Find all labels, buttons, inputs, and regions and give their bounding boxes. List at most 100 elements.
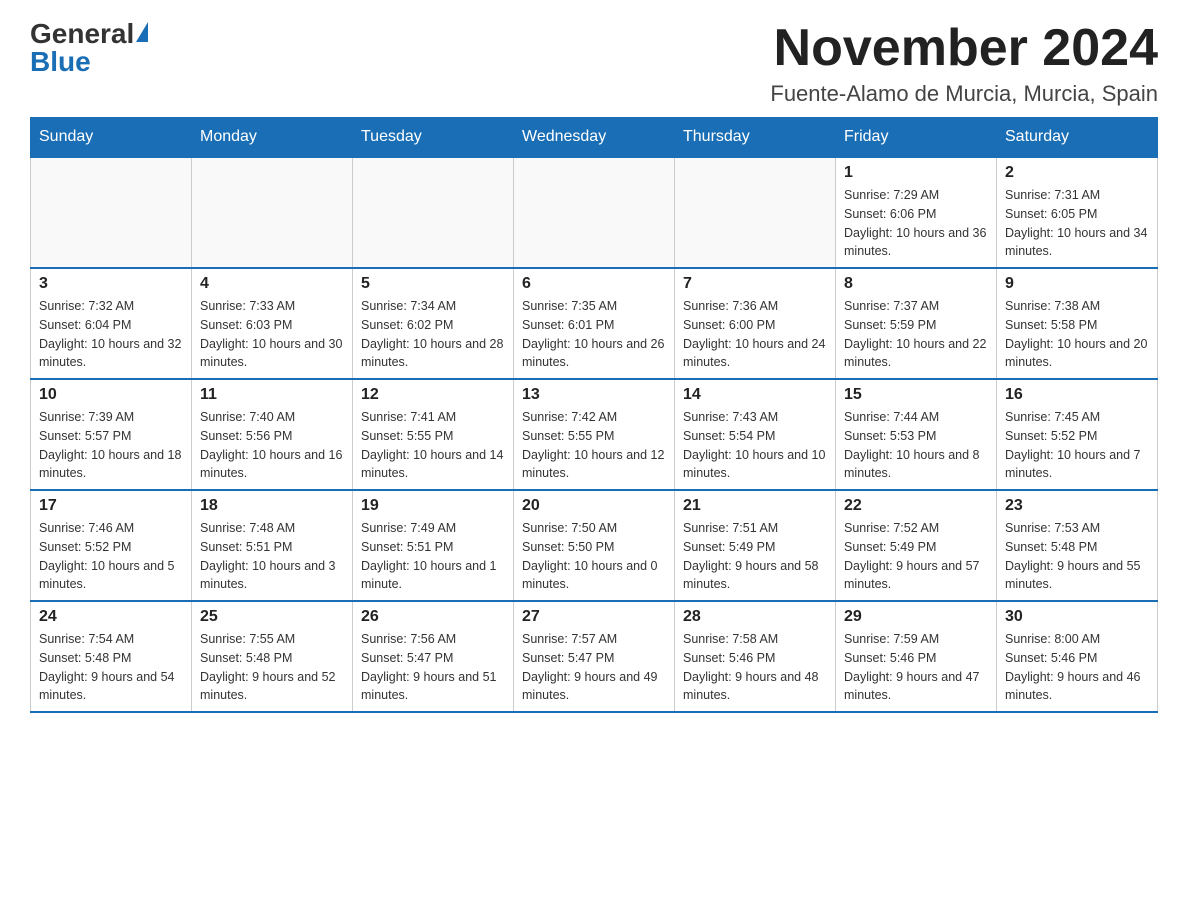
col-header-thursday: Thursday	[675, 118, 836, 158]
week-row-2: 3Sunrise: 7:32 AM Sunset: 6:04 PM Daylig…	[31, 268, 1158, 379]
day-info: Sunrise: 7:42 AM Sunset: 5:55 PM Dayligh…	[522, 408, 666, 483]
calendar-cell: 25 Sunrise: 7:55 AM Sunset: 5:48 PM Dayli…	[192, 601, 353, 712]
calendar-cell: 21 Sunrise: 7:51 AM Sunset: 5:49 PM Dayli…	[675, 490, 836, 601]
day-info: Sunrise: 7:50 AM Sunset: 5:50 PM Dayligh…	[522, 519, 666, 594]
day-info: Sunrise: 7:39 AM Sunset: 5:57 PM Dayligh…	[39, 408, 183, 483]
day-number: 24	[39, 608, 183, 626]
day-info: Sunrise: 7:57 AM Sunset: 5:47 PM Dayligh…	[522, 630, 666, 705]
day-number: 29	[844, 608, 988, 626]
day-number: 4	[200, 275, 344, 293]
calendar-cell: 6Sunrise: 7:35 AM Sunset: 6:01 PM Daylig…	[514, 268, 675, 379]
calendar-cell: 11Sunrise: 7:40 AM Sunset: 5:56 PM Dayli…	[192, 379, 353, 490]
day-info: Sunrise: 7:43 AM Sunset: 5:54 PM Dayligh…	[683, 408, 827, 483]
logo-blue: Blue	[30, 48, 91, 76]
calendar-cell	[31, 157, 192, 268]
day-info: Sunrise: 7:44 AM Sunset: 5:53 PM Dayligh…	[844, 408, 988, 483]
day-info: Sunrise: 7:59 AM Sunset: 5:46 PM Dayligh…	[844, 630, 988, 705]
calendar-cell: 17 Sunrise: 7:46 AM Sunset: 5:52 PM Dayli…	[31, 490, 192, 601]
day-number: 22	[844, 497, 988, 515]
day-info: Sunrise: 8:00 AM Sunset: 5:46 PM Dayligh…	[1005, 630, 1149, 705]
calendar-cell: 24 Sunrise: 7:54 AM Sunset: 5:48 PM Dayli…	[31, 601, 192, 712]
day-number: 20	[522, 497, 666, 515]
col-header-friday: Friday	[836, 118, 997, 158]
day-info: Sunrise: 7:46 AM Sunset: 5:52 PM Dayligh…	[39, 519, 183, 594]
calendar-cell: 3Sunrise: 7:32 AM Sunset: 6:04 PM Daylig…	[31, 268, 192, 379]
calendar-cell: 19Sunrise: 7:49 AM Sunset: 5:51 PM Dayli…	[353, 490, 514, 601]
day-number: 13	[522, 386, 666, 404]
day-number: 30	[1005, 608, 1149, 626]
col-header-saturday: Saturday	[997, 118, 1158, 158]
header: General Blue November 2024 Fuente-Alamo …	[30, 20, 1158, 107]
day-info: Sunrise: 7:34 AM Sunset: 6:02 PM Dayligh…	[361, 297, 505, 372]
calendar-cell: 10Sunrise: 7:39 AM Sunset: 5:57 PM Dayli…	[31, 379, 192, 490]
day-info: Sunrise: 7:51 AM Sunset: 5:49 PM Dayligh…	[683, 519, 827, 594]
day-number: 27	[522, 608, 666, 626]
calendar-cell	[192, 157, 353, 268]
calendar-cell	[514, 157, 675, 268]
day-info: Sunrise: 7:31 AM Sunset: 6:05 PM Dayligh…	[1005, 186, 1149, 261]
day-info: Sunrise: 7:48 AM Sunset: 5:51 PM Dayligh…	[200, 519, 344, 594]
calendar-cell: 30 Sunrise: 8:00 AM Sunset: 5:46 PM Dayli…	[997, 601, 1158, 712]
day-info: Sunrise: 7:45 AM Sunset: 5:52 PM Dayligh…	[1005, 408, 1149, 483]
calendar-cell: 12Sunrise: 7:41 AM Sunset: 5:55 PM Dayli…	[353, 379, 514, 490]
day-number: 17	[39, 497, 183, 515]
day-number: 21	[683, 497, 827, 515]
col-header-tuesday: Tuesday	[353, 118, 514, 158]
week-row-1: 1 Sunrise: 7:29 AM Sunset: 6:06 PM Daylig…	[31, 157, 1158, 268]
day-info: Sunrise: 7:54 AM Sunset: 5:48 PM Dayligh…	[39, 630, 183, 705]
col-header-sunday: Sunday	[31, 118, 192, 158]
calendar-cell: 29 Sunrise: 7:59 AM Sunset: 5:46 PM Dayli…	[836, 601, 997, 712]
calendar-cell: 2 Sunrise: 7:31 AM Sunset: 6:05 PM Daylig…	[997, 157, 1158, 268]
day-number: 9	[1005, 275, 1149, 293]
day-number: 19	[361, 497, 505, 515]
col-header-wednesday: Wednesday	[514, 118, 675, 158]
calendar-cell: 26 Sunrise: 7:56 AM Sunset: 5:47 PM Dayli…	[353, 601, 514, 712]
location-title: Fuente-Alamo de Murcia, Murcia, Spain	[770, 81, 1158, 107]
day-number: 23	[1005, 497, 1149, 515]
month-title: November 2024	[770, 20, 1158, 77]
calendar-cell	[675, 157, 836, 268]
calendar-cell: 27 Sunrise: 7:57 AM Sunset: 5:47 PM Dayli…	[514, 601, 675, 712]
calendar-cell: 13 Sunrise: 7:42 AM Sunset: 5:55 PM Dayli…	[514, 379, 675, 490]
col-header-monday: Monday	[192, 118, 353, 158]
calendar-cell: 7 Sunrise: 7:36 AM Sunset: 6:00 PM Daylig…	[675, 268, 836, 379]
day-number: 18	[200, 497, 344, 515]
day-number: 7	[683, 275, 827, 293]
calendar-cell: 4 Sunrise: 7:33 AM Sunset: 6:03 PM Daylig…	[192, 268, 353, 379]
day-info: Sunrise: 7:37 AM Sunset: 5:59 PM Dayligh…	[844, 297, 988, 372]
calendar-cell: 28Sunrise: 7:58 AM Sunset: 5:46 PM Dayli…	[675, 601, 836, 712]
week-row-3: 10Sunrise: 7:39 AM Sunset: 5:57 PM Dayli…	[31, 379, 1158, 490]
day-info: Sunrise: 7:56 AM Sunset: 5:47 PM Dayligh…	[361, 630, 505, 705]
day-info: Sunrise: 7:55 AM Sunset: 5:48 PM Dayligh…	[200, 630, 344, 705]
calendar-cell	[353, 157, 514, 268]
day-number: 25	[200, 608, 344, 626]
day-number: 2	[1005, 164, 1149, 182]
day-number: 3	[39, 275, 183, 293]
calendar-cell: 18 Sunrise: 7:48 AM Sunset: 5:51 PM Dayli…	[192, 490, 353, 601]
calendar: SundayMondayTuesdayWednesdayThursdayFrid…	[30, 117, 1158, 713]
day-number: 1	[844, 164, 988, 182]
day-number: 8	[844, 275, 988, 293]
title-area: November 2024 Fuente-Alamo de Murcia, Mu…	[770, 20, 1158, 107]
calendar-cell: 9Sunrise: 7:38 AM Sunset: 5:58 PM Daylig…	[997, 268, 1158, 379]
calendar-cell: 20 Sunrise: 7:50 AM Sunset: 5:50 PM Dayli…	[514, 490, 675, 601]
day-info: Sunrise: 7:52 AM Sunset: 5:49 PM Dayligh…	[844, 519, 988, 594]
day-number: 16	[1005, 386, 1149, 404]
logo: General Blue	[30, 20, 148, 76]
week-row-4: 17 Sunrise: 7:46 AM Sunset: 5:52 PM Dayli…	[31, 490, 1158, 601]
day-info: Sunrise: 7:58 AM Sunset: 5:46 PM Dayligh…	[683, 630, 827, 705]
day-info: Sunrise: 7:33 AM Sunset: 6:03 PM Dayligh…	[200, 297, 344, 372]
logo-triangle-icon	[136, 22, 148, 42]
calendar-cell: 5Sunrise: 7:34 AM Sunset: 6:02 PM Daylig…	[353, 268, 514, 379]
day-info: Sunrise: 7:36 AM Sunset: 6:00 PM Dayligh…	[683, 297, 827, 372]
calendar-cell: 22 Sunrise: 7:52 AM Sunset: 5:49 PM Dayli…	[836, 490, 997, 601]
calendar-cell: 15Sunrise: 7:44 AM Sunset: 5:53 PM Dayli…	[836, 379, 997, 490]
day-number: 6	[522, 275, 666, 293]
day-number: 14	[683, 386, 827, 404]
day-info: Sunrise: 7:40 AM Sunset: 5:56 PM Dayligh…	[200, 408, 344, 483]
calendar-cell: 16 Sunrise: 7:45 AM Sunset: 5:52 PM Dayli…	[997, 379, 1158, 490]
calendar-cell: 8 Sunrise: 7:37 AM Sunset: 5:59 PM Daylig…	[836, 268, 997, 379]
day-number: 26	[361, 608, 505, 626]
logo-general: General	[30, 20, 134, 48]
day-info: Sunrise: 7:29 AM Sunset: 6:06 PM Dayligh…	[844, 186, 988, 261]
